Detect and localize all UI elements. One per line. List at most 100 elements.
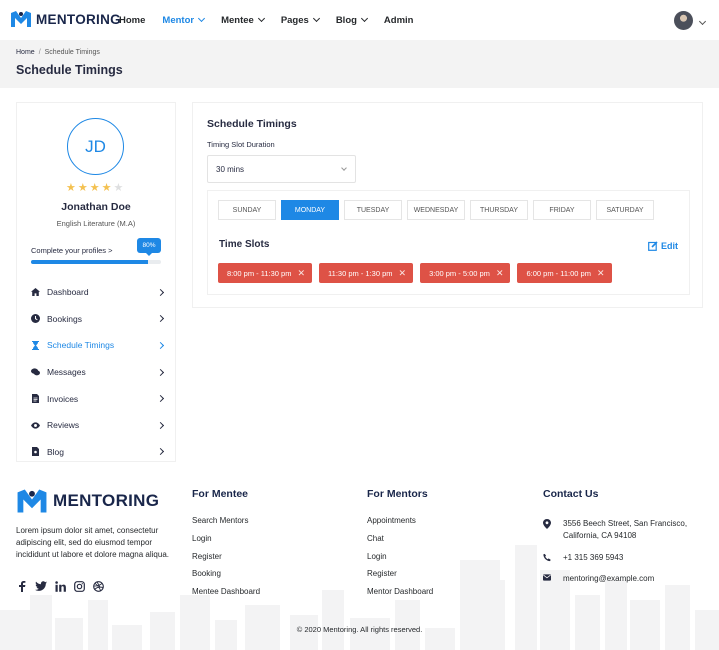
day-tab-friday[interactable]: FRIDAY (533, 200, 591, 220)
time-slot-panel: SUNDAY MONDAY TUESDAY WEDNESDAY THURSDAY FRID… (207, 190, 690, 295)
nav-item-label: Admin (383, 14, 414, 26)
day-tab-saturday[interactable]: SATURDAY (596, 200, 654, 220)
brand-logo[interactable]: MENTORING (10, 10, 121, 28)
time-slot: 3:00 pm - 5:00 pm ✕ (420, 263, 511, 283)
footer-link-login[interactable]: Login (192, 534, 260, 552)
menu-item-label: Dashboard (47, 287, 89, 298)
time-slot-label: 6:00 pm - 11:00 pm (526, 268, 591, 278)
menu-item-reviews[interactable]: Reviews (31, 412, 165, 439)
chevron-right-icon (156, 368, 165, 376)
menu-item-label: Schedule Timings (47, 340, 115, 351)
brand-name: MENTORING (36, 11, 121, 27)
contact-address-line2: California, CA 94108 (563, 531, 637, 540)
footer-link-register[interactable]: Register (192, 552, 260, 570)
time-slots-title: Time Slots (219, 239, 270, 250)
facebook-icon[interactable] (16, 580, 28, 592)
day-tab-monday[interactable]: MONDAY (281, 200, 339, 220)
footer-link-booking[interactable]: Booking (192, 569, 260, 587)
star-filled-icon: ★ (66, 182, 76, 194)
profile-initials: JD (85, 136, 106, 156)
nav-item-pages[interactable]: Pages (281, 14, 320, 26)
profile-complete-link[interactable]: Complete your profiles > (31, 246, 113, 255)
footer-link-search-mentors[interactable]: Search Mentors (192, 516, 260, 534)
menu-item-blog[interactable]: Blog (31, 439, 165, 466)
footer-contact-column: Contact Us (543, 488, 598, 516)
close-icon[interactable]: ✕ (597, 268, 605, 279)
contact-address: 3556 Beech Street, San Francisco, Califor… (543, 518, 687, 542)
nav-item-home[interactable]: Home (119, 15, 145, 26)
footer-mentors-title: For Mentors (367, 488, 428, 500)
duration-select[interactable]: 30 mins (207, 155, 356, 183)
schedule-card: Schedule Timings Timing Slot Duration 30… (192, 102, 703, 308)
time-slot: 11:30 pm - 1:30 pm ✕ (319, 263, 414, 283)
footer-link-register[interactable]: Register (367, 569, 433, 587)
logo-icon (17, 489, 47, 513)
linkedin-icon[interactable] (54, 580, 66, 592)
day-tab-wednesday[interactable]: WEDNESDAY (407, 200, 465, 220)
user-avatar[interactable] (674, 11, 693, 30)
nav-item-label: Mentor (162, 14, 195, 26)
dribbble-icon[interactable] (92, 580, 104, 592)
eye-icon (31, 421, 40, 430)
contact-email-address[interactable]: mentoring@example.com (563, 573, 654, 585)
logo-icon (11, 11, 31, 27)
close-icon[interactable]: ✕ (399, 268, 407, 279)
chevron-right-icon (156, 448, 165, 456)
nav-item-mentee[interactable]: Mentee (221, 14, 265, 26)
breadcrumb-bar: Home / Schedule Timings Schedule Timings (0, 40, 719, 88)
profile-sidebar: JD ★ ★ ★ ★ ★ Jonathan Doe English Literature… (16, 102, 176, 462)
chevron-down-icon (257, 14, 265, 23)
close-icon[interactable]: ✕ (297, 268, 305, 279)
nav-item-label: Mentee (221, 14, 254, 26)
menu-item-invoices[interactable]: Invoices (31, 385, 165, 412)
chevron-down-icon (341, 165, 347, 171)
day-tab-tuesday[interactable]: TUESDAY (344, 200, 402, 220)
twitter-icon[interactable] (35, 580, 47, 592)
nav-item-label: Blog (335, 14, 357, 26)
breadcrumb: Home / Schedule Timings (16, 49, 100, 56)
footer-link-mentee-dashboard[interactable]: Mentee Dashboard (192, 587, 260, 605)
schedule-title: Schedule Timings (207, 118, 297, 130)
contact-email: mentoring@example.com (543, 573, 654, 585)
footer-link-appointments[interactable]: Appointments (367, 516, 433, 534)
footer-link-login[interactable]: Login (367, 552, 433, 570)
nav-item-mentor[interactable]: Mentor (162, 14, 206, 26)
page-title: Schedule Timings (16, 63, 123, 77)
breadcrumb-home[interactable]: Home (16, 49, 35, 56)
chevron-down-icon (312, 14, 320, 23)
home-icon (31, 288, 40, 297)
instagram-icon[interactable] (73, 580, 85, 592)
menu-item-dashboard[interactable]: Dashboard (31, 279, 165, 306)
chevron-right-icon (156, 288, 165, 296)
day-tab-thursday[interactable]: THURSDAY (470, 200, 528, 220)
menu-item-bookings[interactable]: Bookings (31, 306, 165, 333)
menu-item-messages[interactable]: Messages (31, 359, 165, 386)
day-tab-sunday[interactable]: SUNDAY (218, 200, 276, 220)
contact-phone-number[interactable]: +1 315 369 5943 (563, 552, 623, 564)
nav-item-admin[interactable]: Admin (384, 15, 414, 26)
chevron-down-icon[interactable] (698, 16, 707, 27)
footer-mentee-column: For Mentee Search Mentors Login Register Bo… (192, 488, 260, 605)
copyright: © 2020 Mentoring. All rights reserved. (296, 625, 423, 634)
edit-slots-button[interactable]: Edit (648, 241, 678, 251)
profile-degree: English Literature (M.A) (56, 219, 136, 228)
star-filled-icon: ★ (101, 182, 112, 194)
footer-link-mentor-dashboard[interactable]: Mentor Dashboard (367, 587, 433, 605)
chevron-down-icon (198, 14, 206, 23)
nav-item-blog[interactable]: Blog (335, 14, 368, 26)
footer-about-text: Lorem ipsum dolor sit amet, consectetur … (16, 526, 169, 559)
close-icon[interactable]: ✕ (496, 268, 504, 279)
time-slot: 6:00 pm - 11:00 pm ✕ (517, 263, 612, 283)
profile-complete-badge: 80% (137, 238, 161, 256)
star-filled-icon: ★ (77, 182, 88, 194)
header: MENTORING Home Mentor Mentee Pages Blog Admin (0, 0, 719, 40)
rating-stars: ★ ★ ★ ★ ★ (66, 183, 123, 194)
time-slot-list: 8:00 pm - 11:30 pm ✕ 11:30 pm - 1:30 pm ✕ 3:… (218, 263, 612, 283)
map-marker-icon (543, 518, 551, 529)
time-slot-label: 3:00 pm - 5:00 pm (429, 268, 490, 278)
nav-item-label: Home (119, 14, 146, 26)
footer-link-chat[interactable]: Chat (367, 534, 433, 552)
day-tabs: SUNDAY MONDAY TUESDAY WEDNESDAY THURSDAY FRID… (218, 200, 654, 220)
footer-logo[interactable]: MENTORING (16, 488, 159, 514)
menu-item-schedule-timings[interactable]: Schedule Timings (31, 332, 165, 359)
